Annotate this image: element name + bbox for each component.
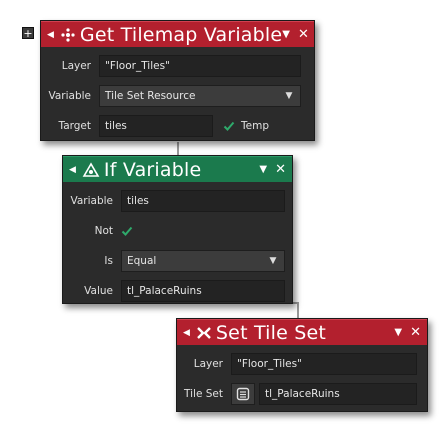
tileset-resource-icon	[236, 387, 250, 401]
variable-label: Variable	[70, 195, 113, 207]
set-tile-set-node[interactable]: ◀ Set Tile Set ▼ ✕ Layer "Floor_Tiles" T…	[176, 318, 428, 412]
chevron-down-icon[interactable]: ▼	[262, 251, 284, 271]
variable-field[interactable]: tiles	[121, 190, 285, 212]
dropdown-arrow-icon[interactable]: ▼	[259, 164, 267, 175]
tileset-resource-button[interactable]	[231, 383, 255, 405]
is-label: Is	[104, 255, 113, 267]
add-block-button[interactable]: +	[22, 27, 34, 39]
tileset-field[interactable]: tl_PalaceRuins	[259, 383, 417, 405]
node-title: Get Tilemap Variable	[79, 23, 283, 46]
temp-checkbox[interactable]	[223, 120, 235, 132]
layer-label: Layer	[61, 60, 91, 72]
close-icon[interactable]: ✕	[275, 162, 286, 177]
node-header[interactable]: ◀ If Variable ▼ ✕	[63, 156, 292, 182]
node-title: If Variable	[103, 158, 202, 181]
close-icon[interactable]: ✕	[410, 325, 421, 340]
chevron-down-icon[interactable]: ▼	[278, 86, 300, 106]
is-select[interactable]: Equal ▼	[121, 250, 285, 272]
variable-select[interactable]: Tile Set Resource ▼	[99, 85, 301, 107]
dropdown-arrow-icon[interactable]: ▼	[282, 29, 290, 40]
tilemap-icon	[60, 27, 76, 42]
target-field[interactable]: tiles	[99, 115, 213, 137]
value-field[interactable]: tl_PalaceRuins	[121, 280, 285, 302]
dropdown-arrow-icon[interactable]: ▼	[394, 327, 402, 338]
target-label: Target	[58, 120, 91, 132]
collapse-arrow-icon[interactable]: ◀	[183, 328, 190, 338]
variable-select-value: Tile Set Resource	[105, 90, 196, 102]
tileset-icon	[196, 325, 212, 341]
node-title: Set Tile Set	[215, 321, 327, 344]
value-label: Value	[84, 285, 113, 297]
is-select-value: Equal	[127, 255, 157, 267]
if-variable-node[interactable]: ◀ If Variable ▼ ✕ Variable tiles Not Is	[62, 155, 293, 304]
variable-label: Variable	[48, 90, 91, 102]
collapse-arrow-icon[interactable]: ◀	[69, 165, 76, 175]
node-header[interactable]: ◀ Set Tile Set ▼ ✕	[177, 319, 427, 345]
node-header[interactable]: ◀ Get Tilemap Variable ▼ ✕	[41, 21, 314, 47]
layer-label: Layer	[193, 358, 223, 370]
collapse-arrow-icon[interactable]: ◀	[47, 30, 54, 40]
layer-field[interactable]: "Floor_Tiles"	[99, 55, 301, 77]
temp-label: Temp	[241, 120, 269, 132]
not-checkbox[interactable]	[121, 225, 133, 237]
not-label: Not	[94, 225, 113, 237]
if-variable-icon	[82, 161, 100, 178]
get-tilemap-variable-node[interactable]: ◀ Get Tilemap Variable ▼ ✕ Layer "Floor_…	[40, 20, 315, 141]
close-icon[interactable]: ✕	[298, 27, 309, 42]
layer-field[interactable]: "Floor_Tiles"	[231, 353, 417, 375]
tileset-label: Tile Set	[184, 388, 223, 400]
